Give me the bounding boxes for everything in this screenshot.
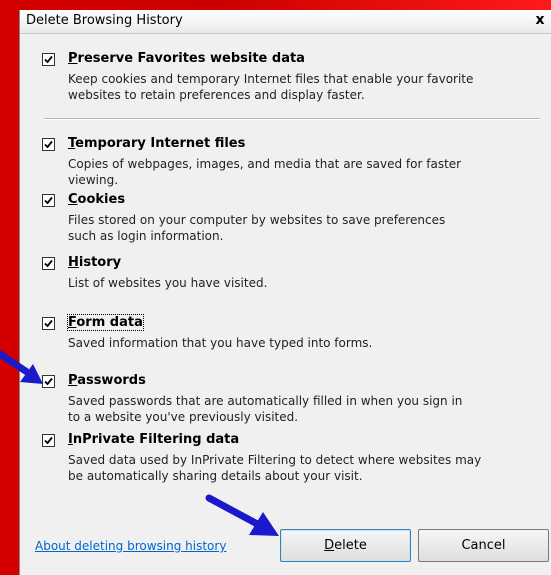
preserve-favorites-label[interactable]: Preserve Favorites website data — [68, 51, 305, 66]
check-icon — [44, 196, 53, 205]
option-passwords: Passwords Saved passwords that are autom… — [42, 373, 542, 424]
option-temporary-internet-files: Temporary Internet files Copies of webpa… — [42, 136, 542, 187]
arrow-pointing-passwords-icon — [0, 350, 43, 384]
temporary-files-label[interactable]: Temporary Internet files — [68, 136, 245, 151]
history-checkbox[interactable] — [42, 257, 55, 270]
title-bar: Delete Browsing History x — [20, 10, 551, 34]
delete-button[interactable]: Delete — [280, 529, 411, 562]
check-icon — [44, 436, 53, 445]
inprivate-filtering-checkbox[interactable] — [42, 434, 55, 447]
option-history: History List of websites you have visite… — [42, 255, 542, 290]
about-deleting-history-link[interactable]: About deleting browsing history — [35, 539, 226, 553]
form-data-checkbox[interactable] — [42, 317, 55, 330]
history-description: List of websites you have visited. — [68, 276, 268, 290]
close-button[interactable]: x — [531, 12, 549, 29]
delete-browsing-history-dialog: Delete Browsing History x Preserve Favor… — [19, 10, 551, 575]
arrow-pointing-delete-icon — [205, 494, 279, 536]
cancel-button[interactable]: Cancel — [418, 529, 549, 562]
check-icon — [44, 259, 53, 268]
form-data-description: Saved information that you have typed in… — [68, 336, 373, 350]
passwords-label[interactable]: Passwords — [68, 373, 146, 388]
option-inprivate-filtering: InPrivate Filtering data Saved data used… — [42, 432, 542, 483]
temporary-files-description: Copies of webpages, images, and media th… — [68, 157, 462, 187]
option-cookies: Cookies Files stored on your computer by… — [42, 192, 542, 243]
cookies-checkbox[interactable] — [42, 194, 55, 207]
dialog-title: Delete Browsing History — [26, 13, 183, 28]
inprivate-filtering-description: Saved data used by InPrivate Filtering t… — [68, 453, 482, 483]
passwords-description: Saved passwords that are automatically f… — [68, 394, 463, 424]
cookies-label[interactable]: Cookies — [68, 192, 125, 207]
preserve-favorites-checkbox[interactable] — [42, 53, 55, 66]
check-icon — [44, 55, 53, 64]
history-label[interactable]: History — [68, 255, 121, 270]
option-form-data: Form data Saved information that you hav… — [42, 314, 542, 350]
preserve-favorites-description: Keep cookies and temporary Internet file… — [68, 72, 474, 102]
inprivate-filtering-label[interactable]: InPrivate Filtering data — [68, 432, 239, 447]
cookies-description: Files stored on your computer by website… — [68, 213, 446, 243]
check-icon — [44, 140, 53, 149]
temporary-files-checkbox[interactable] — [42, 138, 55, 151]
form-data-label[interactable]: Form data — [67, 314, 144, 331]
separator — [44, 118, 540, 120]
option-preserve-favorites: Preserve Favorites website data Keep coo… — [42, 51, 542, 102]
check-icon — [44, 319, 53, 328]
